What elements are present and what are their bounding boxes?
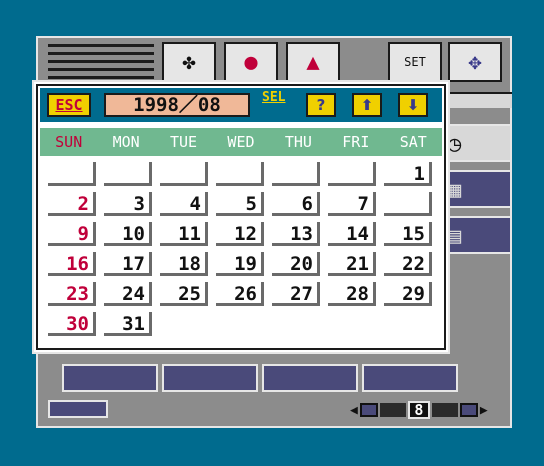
empty-day-cell: [104, 162, 152, 186]
day-4[interactable]: 4: [160, 192, 208, 216]
page-track[interactable]: [379, 403, 406, 417]
weekday-header: SUN MON TUE WED THU FRI SAT: [40, 128, 442, 156]
weekday-tue: TUE: [170, 133, 198, 151]
next-page-button[interactable]: [459, 403, 478, 417]
right-arrow-icon[interactable]: ▶: [480, 403, 488, 418]
bottom-tab-1[interactable]: [62, 364, 158, 392]
day-14[interactable]: 14: [328, 222, 376, 246]
empty-day-cell: [48, 162, 96, 186]
bottom-tab-3[interactable]: [262, 364, 358, 392]
menu-lines: [48, 44, 154, 84]
weekday-fri: FRI: [342, 133, 370, 151]
page-navigator: ◀ 8 ▶: [350, 400, 488, 420]
day-20[interactable]: 20: [272, 252, 320, 276]
empty-day-cell: [272, 162, 320, 186]
month-up-button[interactable]: ⬆: [352, 93, 382, 117]
day-5[interactable]: 5: [216, 192, 264, 216]
help-button[interactable]: ?: [306, 93, 336, 117]
day-25[interactable]: 25: [160, 282, 208, 306]
grid-button[interactable]: ▦: [442, 170, 512, 208]
bottom-tab-4[interactable]: [362, 364, 458, 392]
day-2[interactable]: 2: [48, 192, 96, 216]
calendar-window: ESC 1998／08 SEL ? ⬆ ⬇ SUN MON TUE WED THU FRI…: [32, 80, 450, 354]
day-26[interactable]: 26: [216, 282, 264, 306]
day-30[interactable]: 30: [48, 312, 96, 336]
empty-day-cell: [328, 162, 376, 186]
cursor-button[interactable]: ▲: [286, 42, 340, 82]
day-31[interactable]: 31: [104, 312, 152, 336]
day-15[interactable]: 15: [384, 222, 432, 246]
weekday-mon: MON: [112, 133, 140, 151]
bottom-tab-2[interactable]: [162, 364, 258, 392]
calendar-header: ESC 1998／08 SEL ? ⬆ ⬇: [40, 88, 442, 122]
set-clock-button[interactable]: SET: [388, 42, 442, 82]
move-button[interactable]: ✥: [448, 42, 502, 82]
month-display: 1998／08: [104, 93, 250, 117]
day-29[interactable]: 29: [384, 282, 432, 306]
day-24[interactable]: 24: [104, 282, 152, 306]
day-9[interactable]: 9: [48, 222, 96, 246]
divider-ribbon: [442, 92, 512, 108]
set-clock-icon: SET: [404, 55, 426, 69]
day-28[interactable]: 28: [328, 282, 376, 306]
page-track-right[interactable]: [431, 403, 458, 417]
day-23[interactable]: 23: [48, 282, 96, 306]
day-7[interactable]: 7: [328, 192, 376, 216]
weekday-thu: THU: [284, 133, 312, 151]
day-16[interactable]: 16: [48, 252, 96, 276]
day-10[interactable]: 10: [104, 222, 152, 246]
prev-page-button[interactable]: [359, 403, 378, 417]
weekday-sun: SUN: [55, 133, 83, 151]
clock-button[interactable]: ◷: [442, 124, 512, 162]
day-6[interactable]: 6: [272, 192, 320, 216]
day-18[interactable]: 18: [160, 252, 208, 276]
day-22[interactable]: 22: [384, 252, 432, 276]
empty-day-cell: [384, 192, 432, 216]
weekday-wed: WED: [227, 133, 255, 151]
day-12[interactable]: 12: [216, 222, 264, 246]
small-button[interactable]: [48, 400, 108, 418]
page-number: 8: [407, 401, 430, 419]
month-down-button[interactable]: ⬇: [398, 93, 428, 117]
day-11[interactable]: 11: [160, 222, 208, 246]
calendar-button[interactable]: ▤: [442, 216, 512, 254]
day-3[interactable]: 3: [104, 192, 152, 216]
clover-icon: ✤: [182, 49, 196, 75]
day-13[interactable]: 13: [272, 222, 320, 246]
weekday-sat: SAT: [399, 133, 427, 151]
empty-day-cell: [160, 162, 208, 186]
mouse-icon: ●: [244, 49, 258, 75]
mouse-button[interactable]: ●: [224, 42, 278, 82]
day-17[interactable]: 17: [104, 252, 152, 276]
sel-label[interactable]: SEL: [262, 91, 298, 117]
esc-button[interactable]: ESC: [47, 93, 91, 117]
empty-day-cell: [216, 162, 264, 186]
day-21[interactable]: 21: [328, 252, 376, 276]
mouse-cursor-icon: ▲: [306, 49, 320, 75]
day-1[interactable]: 1: [384, 162, 432, 186]
clover-button[interactable]: ✤: [162, 42, 216, 82]
day-27[interactable]: 27: [272, 282, 320, 306]
day-19[interactable]: 19: [216, 252, 264, 276]
left-arrow-icon[interactable]: ◀: [350, 403, 358, 418]
move-arrows-icon: ✥: [468, 49, 482, 75]
